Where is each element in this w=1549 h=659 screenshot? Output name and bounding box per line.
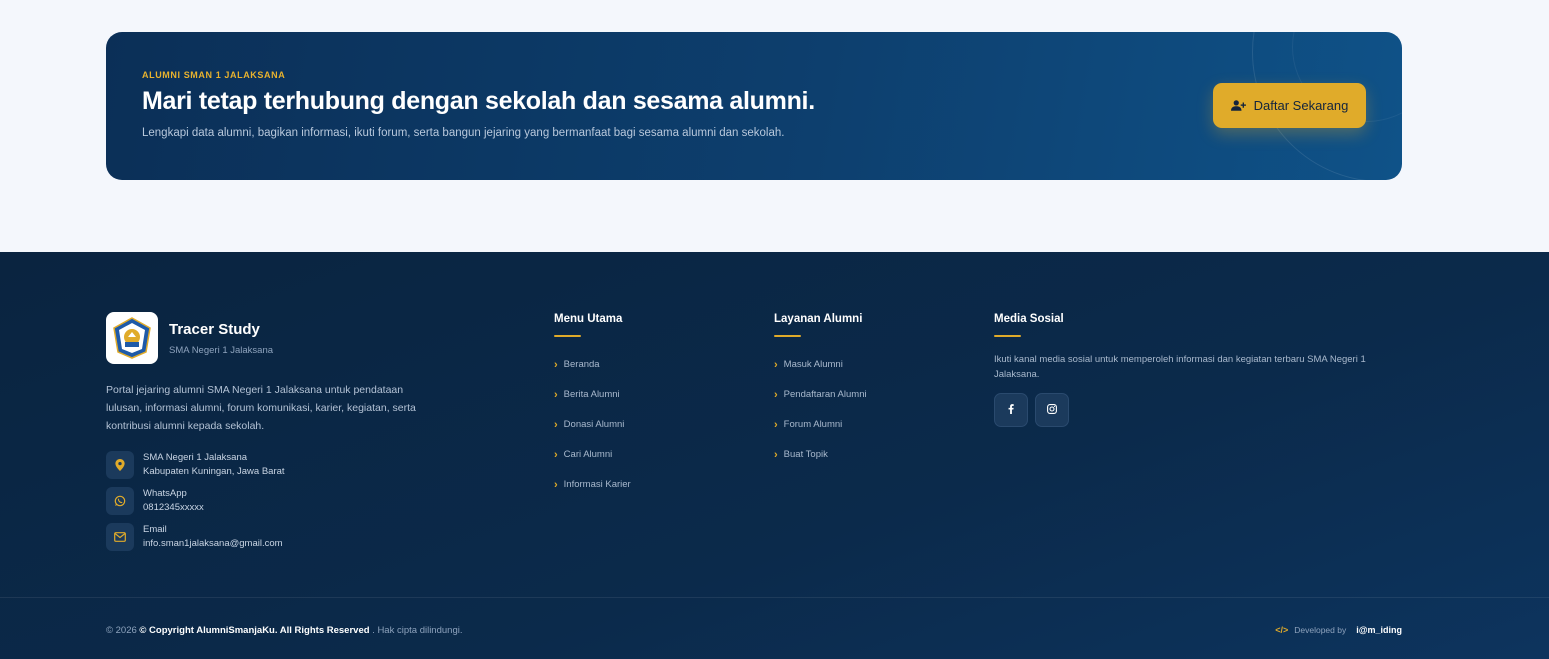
- footer-link-label: Informasi Karier: [563, 479, 631, 490]
- facebook-icon: [1008, 401, 1014, 419]
- footer-link-label: Berita Alumni: [563, 389, 620, 400]
- register-now-label: Daftar Sekarang: [1253, 98, 1349, 113]
- cta-eyebrow: ALUMNI SMAN 1 JALAKSANA: [142, 70, 286, 80]
- instagram-button[interactable]: [1035, 393, 1069, 427]
- footer-link-beranda[interactable]: › Beranda: [554, 359, 600, 370]
- menu-utama-title: Menu Utama: [554, 313, 623, 325]
- facebook-button[interactable]: [994, 393, 1028, 427]
- chevron-right-icon: ›: [774, 448, 778, 461]
- media-sosial-title: Media Sosial: [994, 313, 1064, 325]
- media-sosial-description: Ikuti kanal media sosial untuk memperole…: [994, 354, 1366, 380]
- copyright-year: © 2026: [106, 625, 140, 636]
- chevron-right-icon: ›: [554, 418, 558, 431]
- footer-link-buat-topik[interactable]: › Buat Topik: [774, 449, 828, 460]
- copyright-owner: © Copyright AlumniSmanjaKu. All Rights R…: [139, 625, 370, 636]
- footer-link-informasi-karier[interactable]: › Informasi Karier: [554, 479, 631, 490]
- contact-email: Email info.sman1jalaksana@gmail.com: [106, 523, 283, 551]
- register-now-button[interactable]: Daftar Sekarang: [1213, 83, 1366, 128]
- brand-name: Tracer Study: [169, 321, 260, 338]
- footer-link-label: Donasi Alumni: [563, 419, 625, 430]
- footer-link-donasi-alumni[interactable]: › Donasi Alumni: [554, 419, 624, 430]
- footer-link-label: Masuk Alumni: [783, 359, 843, 370]
- map-pin-icon: [106, 451, 134, 479]
- copyright-suffix: . Hak cipta dilindungi.: [372, 625, 463, 636]
- mail-icon: [106, 523, 134, 551]
- contact-address-line2: Kabupaten Kuningan, Jawa Barat: [143, 466, 285, 477]
- cta-banner: ALUMNI SMAN 1 JALAKSANA Mari tetap terhu…: [106, 32, 1402, 180]
- brand-description: Portal jejaring alumni SMA Negeri 1 Jala…: [106, 384, 416, 432]
- brand-subtitle: SMA Negeri 1 Jalaksana: [169, 345, 274, 356]
- footer-link-pendaftaran-alumni[interactable]: › Pendaftaran Alumni: [774, 389, 867, 400]
- contact-email-label: Email: [143, 524, 167, 535]
- school-logo[interactable]: [106, 312, 158, 364]
- layanan-alumni-title: Layanan Alumni: [774, 313, 863, 325]
- contact-address: SMA Negeri 1 Jalaksana Kabupaten Kuninga…: [106, 451, 285, 479]
- footer-link-forum-alumni[interactable]: › Forum Alumni: [774, 419, 842, 430]
- developer-credit: </> Developed by i@m_iding: [1275, 625, 1402, 635]
- developer-name[interactable]: i@m_iding: [1356, 625, 1402, 635]
- footer-link-cari-alumni[interactable]: › Cari Alumni: [554, 449, 612, 460]
- chevron-right-icon: ›: [554, 478, 558, 491]
- code-icon: </>: [1275, 625, 1289, 635]
- footer-link-label: Buat Topik: [783, 449, 828, 460]
- footer-link-label: Cari Alumni: [563, 449, 613, 460]
- cta-title: Mari tetap terhubung dengan sekolah dan …: [142, 87, 815, 115]
- cta-description: Lengkapi data alumni, bagikan informasi,…: [142, 127, 785, 139]
- developed-by-label: Developed by: [1294, 625, 1347, 635]
- title-underline: [774, 335, 801, 337]
- chevron-right-icon: ›: [554, 388, 558, 401]
- contact-address-line1: SMA Negeri 1 Jalaksana: [143, 452, 248, 463]
- contact-whatsapp-number[interactable]: 0812345xxxxx: [143, 501, 204, 515]
- footer-link-label: Beranda: [563, 359, 600, 370]
- whatsapp-icon: [106, 487, 134, 515]
- chevron-right-icon: ›: [774, 388, 778, 401]
- footer: Tracer Study SMA Negeri 1 Jalaksana Port…: [0, 252, 1549, 659]
- footer-link-berita-alumni[interactable]: › Berita Alumni: [554, 389, 620, 400]
- footer-link-masuk-alumni[interactable]: › Masuk Alumni: [774, 359, 843, 370]
- instagram-icon: [1047, 401, 1057, 419]
- chevron-right-icon: ›: [774, 418, 778, 431]
- title-underline: [994, 335, 1021, 337]
- contact-whatsapp-label: WhatsApp: [143, 488, 187, 499]
- chevron-right-icon: ›: [554, 448, 558, 461]
- footer-link-label: Forum Alumni: [783, 419, 843, 430]
- contact-email-address[interactable]: info.sman1jalaksana@gmail.com: [143, 537, 283, 551]
- copyright-text: © 2026 © Copyright AlumniSmanjaKu. All R…: [106, 625, 462, 636]
- chevron-right-icon: ›: [554, 358, 558, 371]
- chevron-right-icon: ›: [774, 358, 778, 371]
- contact-whatsapp: WhatsApp 0812345xxxxx: [106, 487, 204, 515]
- title-underline: [554, 335, 581, 337]
- footer-link-label: Pendaftaran Alumni: [783, 389, 867, 400]
- footer-divider: [0, 597, 1549, 598]
- user-plus-icon: [1230, 99, 1246, 112]
